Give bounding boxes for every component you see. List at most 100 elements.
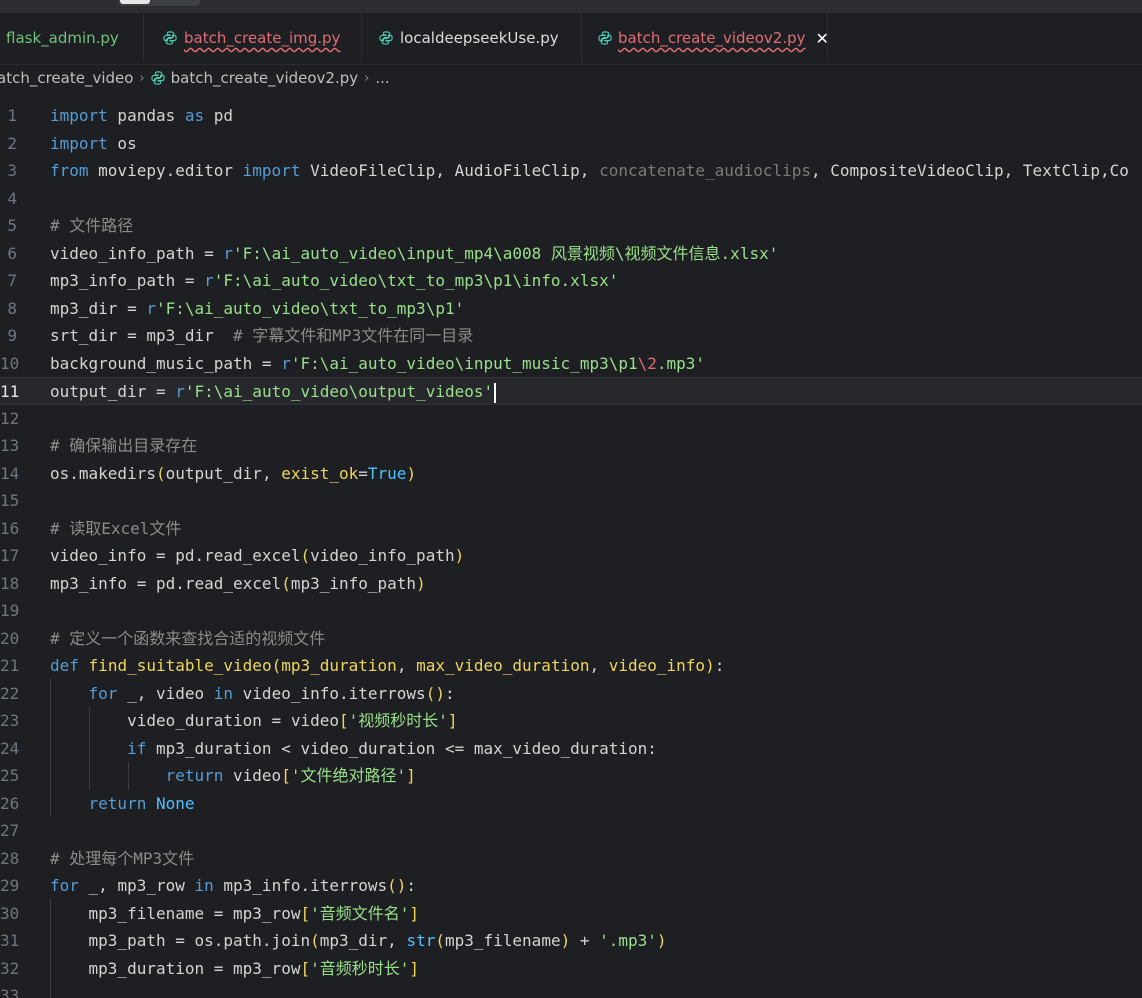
tab-flask-admin[interactable]: flask_admin.py bbox=[0, 13, 144, 63]
code-line[interactable]: 10 background_music_path = r'F:\ai_auto_v… bbox=[0, 350, 1142, 378]
code-text[interactable]: import os bbox=[50, 130, 137, 158]
code-text[interactable]: mp3_path = os.path.join(mp3_dir, str(mp3… bbox=[50, 927, 667, 955]
line-number: 1 bbox=[7, 106, 17, 125]
line-number: 32 bbox=[0, 958, 20, 978]
code-text[interactable]: # 处理每个MP3文件 bbox=[50, 845, 194, 873]
code-text[interactable]: for _, mp3_row in mp3_info.iterrows(): bbox=[50, 872, 416, 900]
line-number: 26 bbox=[0, 793, 20, 813]
breadcrumb-folder[interactable]: atch_create_video bbox=[0, 69, 133, 87]
tab-batch-create-img[interactable]: batch_create_img.py bbox=[144, 13, 362, 63]
code-text[interactable]: return video['文件绝对路径'] bbox=[50, 762, 416, 790]
line-number: 29 bbox=[0, 876, 20, 895]
line-number: 2 bbox=[7, 133, 17, 153]
line-number: 31 bbox=[0, 931, 20, 950]
code-text[interactable]: output_dir = r'F:\ai_auto_video\output_v… bbox=[50, 378, 497, 406]
line-number: 8 bbox=[7, 298, 17, 318]
code-line[interactable]: 29 for _, mp3_row in mp3_info.iterrows(): bbox=[0, 872, 1142, 900]
code-line[interactable]: 11 output_dir = r'F:\ai_auto_video\output… bbox=[0, 377, 1142, 405]
line-number: 5 bbox=[7, 216, 17, 235]
code-text[interactable]: import pandas as pd bbox=[50, 102, 233, 130]
window-top-strip bbox=[0, 0, 1142, 13]
code-line[interactable]: 18 mp3_info = pd.read_excel(mp3_info_path… bbox=[0, 570, 1142, 598]
code-text[interactable]: mp3_filename = mp3_row['音频文件名'] bbox=[50, 900, 419, 928]
line-number: 18 bbox=[0, 573, 20, 593]
code-line[interactable]: 16 # 读取Excel文件 bbox=[0, 515, 1142, 543]
tab-label: batch_create_videov2.py bbox=[618, 29, 806, 47]
code-text[interactable]: mp3_info = pd.read_excel(mp3_info_path) bbox=[50, 570, 426, 598]
code-line[interactable]: 24 if mp3_duration < video_duration <= m… bbox=[0, 735, 1142, 763]
code-text[interactable]: mp3_dir = r'F:\ai_auto_video\txt_to_mp3\… bbox=[50, 295, 464, 323]
code-line[interactable]: 2 import os bbox=[0, 130, 1142, 158]
code-text[interactable]: mp3_duration = mp3_row['音频秒时长'] bbox=[50, 955, 419, 983]
code-text[interactable]: # 读取Excel文件 bbox=[50, 515, 181, 543]
code-line[interactable]: 33 bbox=[0, 982, 1142, 998]
code-line[interactable]: 6 video_info_path = r'F:\ai_auto_video\in… bbox=[0, 240, 1142, 268]
line-number: 24 bbox=[0, 738, 20, 758]
code-line[interactable]: 25 return video['文件绝对路径'] bbox=[0, 762, 1142, 790]
code-line[interactable]: 7 mp3_info_path = r'F:\ai_auto_video\txt_… bbox=[0, 267, 1142, 295]
code-text[interactable]: srt_dir = mp3_dir # 字幕文件和MP3文件在同一目录 bbox=[50, 322, 473, 350]
code-text[interactable]: video_info = pd.read_excel(video_info_pa… bbox=[50, 542, 464, 570]
code-text[interactable]: return None bbox=[50, 790, 195, 818]
line-number: 17 bbox=[0, 546, 20, 565]
line-number: 20 bbox=[0, 628, 20, 648]
line-number: 7 bbox=[7, 271, 17, 290]
code-line[interactable]: 19 bbox=[0, 597, 1142, 625]
line-number: 21 bbox=[0, 656, 20, 675]
code-line[interactable]: 13 # 确保输出目录存在 bbox=[0, 432, 1142, 460]
code-line[interactable]: 15 bbox=[0, 487, 1142, 515]
code-text[interactable]: def find_suitable_video(mp3_duration, ma… bbox=[50, 652, 724, 680]
line-number: 28 bbox=[0, 848, 20, 868]
python-file-icon bbox=[378, 30, 394, 46]
code-line[interactable]: 20 # 定义一个函数来查找合适的视频文件 bbox=[0, 625, 1142, 653]
code-line[interactable]: 5 # 文件路径 bbox=[0, 212, 1142, 240]
code-line[interactable]: 21 def find_suitable_video(mp3_duration, … bbox=[0, 652, 1142, 680]
code-text[interactable]: # 确保输出目录存在 bbox=[50, 432, 197, 460]
code-line[interactable]: 3 from moviepy.editor import VideoFileCli… bbox=[0, 157, 1142, 185]
code-line[interactable]: 23 video_duration = video['视频秒时长'] bbox=[0, 707, 1142, 735]
code-line[interactable]: 30 mp3_filename = mp3_row['音频文件名'] bbox=[0, 900, 1142, 928]
python-file-icon bbox=[150, 70, 166, 86]
code-text[interactable]: os.makedirs(output_dir, exist_ok=True) bbox=[50, 460, 416, 488]
code-line[interactable]: 9 srt_dir = mp3_dir # 字幕文件和MP3文件在同一目录 bbox=[0, 322, 1142, 350]
line-number: 23 bbox=[0, 711, 20, 730]
code-line[interactable]: 28 # 处理每个MP3文件 bbox=[0, 845, 1142, 873]
line-number: 15 bbox=[0, 491, 20, 510]
breadcrumb: atch_create_video › batch_create_videov2… bbox=[0, 64, 1142, 92]
code-text[interactable]: from moviepy.editor import VideoFileClip… bbox=[50, 157, 1129, 185]
code-text[interactable]: video_info_path = r'F:\ai_auto_video\inp… bbox=[50, 240, 778, 268]
code-line[interactable]: 12 bbox=[0, 405, 1142, 433]
code-text[interactable]: background_music_path = r'F:\ai_auto_vid… bbox=[50, 350, 705, 378]
code-line[interactable]: 1 import pandas as pd bbox=[0, 102, 1142, 130]
line-number: 33 bbox=[0, 986, 20, 998]
code-text[interactable]: for _, video in video_info.iterrows(): bbox=[50, 680, 455, 708]
code-line[interactable]: 32 mp3_duration = mp3_row['音频秒时长'] bbox=[0, 955, 1142, 983]
code-text[interactable]: if mp3_duration < video_duration <= max_… bbox=[50, 735, 657, 763]
code-line[interactable]: 26 return None bbox=[0, 790, 1142, 818]
breadcrumb-more[interactable]: ... bbox=[375, 69, 389, 87]
code-line[interactable]: 17 video_info = pd.read_excel(video_info_… bbox=[0, 542, 1142, 570]
breadcrumb-file[interactable]: batch_create_videov2.py bbox=[171, 69, 359, 87]
line-number: 4 bbox=[7, 188, 17, 208]
line-number: 10 bbox=[0, 353, 20, 373]
chevron-right-icon: › bbox=[139, 70, 145, 86]
line-number: 30 bbox=[0, 903, 20, 923]
code-text[interactable]: video_duration = video['视频秒时长'] bbox=[50, 707, 457, 735]
code-line[interactable]: 22 for _, video in video_info.iterrows()… bbox=[0, 680, 1142, 708]
code-line[interactable]: 14 os.makedirs(output_dir, exist_ok=True) bbox=[0, 460, 1142, 488]
code-text[interactable]: # 文件路径 bbox=[50, 212, 133, 240]
code-line[interactable]: 27 bbox=[0, 817, 1142, 845]
tab-label: localdeepseekUse.py bbox=[400, 29, 559, 47]
python-file-icon bbox=[162, 30, 178, 46]
code-editor[interactable]: 1 import pandas as pd 2 import os 3 from movi… bbox=[0, 102, 1142, 998]
code-line[interactable]: 8 mp3_dir = r'F:\ai_auto_video\txt_to_mp3… bbox=[0, 295, 1142, 323]
code-line[interactable]: 4 bbox=[0, 185, 1142, 213]
code-line[interactable]: 31 mp3_path = os.path.join(mp3_dir, str(… bbox=[0, 927, 1142, 955]
tab-localdeepseekuse[interactable]: localdeepseekUse.py bbox=[362, 13, 582, 63]
code-text[interactable]: mp3_info_path = r'F:\ai_auto_video\txt_t… bbox=[50, 267, 618, 295]
tab-batch-create-videov2[interactable]: batch_create_videov2.py ✕ bbox=[582, 13, 829, 64]
window-control-pill[interactable] bbox=[118, 0, 200, 6]
code-text[interactable]: # 定义一个函数来查找合适的视频文件 bbox=[50, 625, 325, 653]
close-icon[interactable]: ✕ bbox=[816, 29, 829, 48]
line-number: 11 bbox=[0, 382, 20, 401]
